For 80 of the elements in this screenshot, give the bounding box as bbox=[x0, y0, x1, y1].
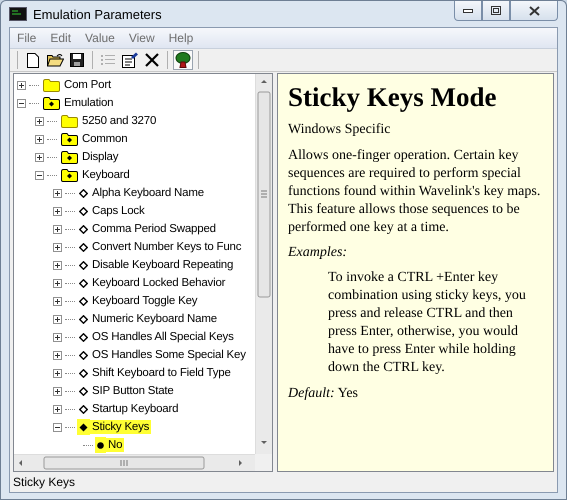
collapse-box[interactable] bbox=[17, 98, 26, 108]
horizontal-scrollbar[interactable] bbox=[14, 454, 255, 471]
properties-icon bbox=[122, 52, 138, 68]
tree-item[interactable]: Com Port bbox=[62, 78, 113, 92]
expand-box[interactable] bbox=[53, 260, 62, 270]
tree-item[interactable]: OS Handles All Special Keys bbox=[90, 330, 236, 344]
tree-item[interactable]: Common bbox=[80, 132, 130, 146]
expand-box[interactable] bbox=[53, 296, 62, 306]
expand-box[interactable] bbox=[53, 386, 62, 396]
help-title: Sticky Keys Mode bbox=[288, 82, 498, 113]
tree-item[interactable]: Caps Lock bbox=[90, 204, 147, 218]
tree-item[interactable]: Keyboard Toggle Key bbox=[90, 294, 200, 308]
menu-item[interactable]: Edit bbox=[43, 31, 78, 45]
help-description: Allows one-finger operation. Certain key sequences are required to perform special functions found within Wavelink's key maps. This feature allows those sequences to be performed one key at a time. bbox=[288, 147, 542, 237]
expand-box[interactable] bbox=[53, 350, 62, 360]
folder-icon bbox=[61, 114, 78, 128]
terminal-app-icon bbox=[9, 7, 27, 21]
open-folder-icon bbox=[46, 53, 64, 67]
tree-item[interactable]: 5250 and 3270 bbox=[80, 114, 158, 128]
menu-item[interactable]: Help bbox=[162, 31, 200, 45]
expand-box[interactable] bbox=[53, 188, 62, 198]
toolbar-button[interactable] bbox=[173, 50, 193, 70]
tree-item[interactable]: Keyboard Locked Behavior bbox=[90, 276, 228, 290]
default-value: Default: Yes bbox=[288, 385, 360, 403]
tree-item[interactable]: Convert Number Keys to Func bbox=[90, 240, 244, 254]
expand-box[interactable] bbox=[53, 332, 62, 342]
close-icon bbox=[528, 6, 540, 16]
delete-x-icon bbox=[145, 53, 159, 67]
toolbar-button[interactable] bbox=[67, 50, 87, 70]
tree-item[interactable]: Startup Keyboard bbox=[90, 402, 180, 416]
scrollbar-corner bbox=[255, 454, 272, 471]
new-document-icon bbox=[27, 52, 39, 68]
expand-box[interactable] bbox=[53, 242, 62, 252]
tree-item[interactable]: Sticky Keys bbox=[90, 420, 152, 434]
folder-icon bbox=[43, 78, 60, 92]
expand-box[interactable] bbox=[53, 206, 62, 216]
tree-item[interactable]: Alpha Keyboard Name bbox=[90, 186, 206, 200]
collapse-box[interactable] bbox=[35, 170, 44, 180]
tree-item[interactable]: Disable Keyboard Repeating bbox=[90, 258, 236, 272]
expand-box[interactable] bbox=[17, 80, 26, 90]
tree-item[interactable]: Display bbox=[80, 150, 120, 164]
close-button[interactable] bbox=[510, 1, 558, 21]
expand-box[interactable] bbox=[53, 314, 62, 324]
folder-icon bbox=[43, 96, 60, 110]
expand-box[interactable] bbox=[53, 404, 62, 414]
maximize-button[interactable] bbox=[482, 1, 510, 21]
expand-box[interactable] bbox=[35, 152, 44, 162]
bullet-icon bbox=[97, 442, 104, 448]
toolbar-button[interactable] bbox=[120, 50, 140, 70]
expand-box[interactable] bbox=[53, 278, 62, 288]
folder-icon bbox=[61, 168, 78, 182]
folder-icon bbox=[61, 150, 78, 164]
tree-item[interactable]: No bbox=[106, 438, 124, 452]
expand-box[interactable] bbox=[35, 134, 44, 144]
minimize-icon bbox=[463, 8, 473, 12]
examples-label: Examples: bbox=[288, 245, 348, 261]
maximize-icon bbox=[491, 6, 501, 15]
list-icon bbox=[101, 54, 115, 66]
tree-item[interactable]: Numeric Keyboard Name bbox=[90, 312, 219, 326]
tree-icon bbox=[175, 52, 191, 68]
tree-item[interactable]: OS Handles Some Special Key bbox=[90, 348, 248, 362]
menu-item[interactable]: File bbox=[10, 31, 44, 45]
expand-box[interactable] bbox=[53, 368, 62, 378]
example-text: To invoke a CTRL +Enter key combination using sticky keys, you press and release CTRL and then press Enter, otherwise, you would have to press Enter while holding down the CTRL key. bbox=[328, 269, 527, 377]
minimize-button[interactable] bbox=[454, 1, 482, 21]
tree-item[interactable]: SIP Button State bbox=[90, 384, 176, 398]
tree-item[interactable]: Emulation bbox=[62, 96, 116, 110]
window-title: Emulation Parameters bbox=[33, 6, 162, 22]
help-subtitle: Windows Specific bbox=[288, 121, 392, 139]
tree-item[interactable]: Keyboard bbox=[80, 168, 132, 182]
folder-icon bbox=[61, 132, 78, 146]
expand-box[interactable] bbox=[53, 224, 62, 234]
tree-item[interactable]: Comma Period Swapped bbox=[90, 222, 218, 236]
collapse-box[interactable] bbox=[53, 422, 62, 432]
status-text: Sticky Keys bbox=[13, 475, 76, 489]
menu-item[interactable]: Value bbox=[78, 31, 122, 45]
expand-box[interactable] bbox=[35, 116, 44, 126]
tree-item[interactable]: Shift Keyboard to Field Type bbox=[90, 366, 233, 380]
vertical-scrollbar[interactable] bbox=[255, 74, 272, 454]
menu-item[interactable]: View bbox=[122, 31, 162, 45]
